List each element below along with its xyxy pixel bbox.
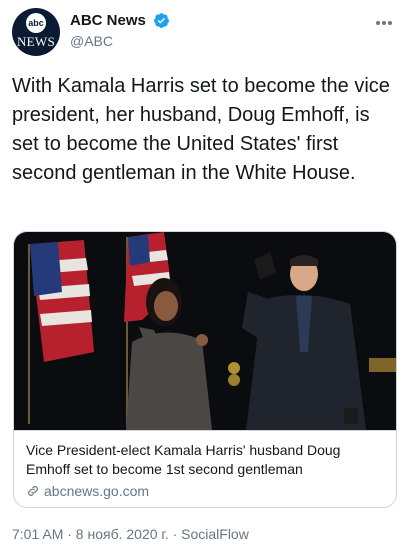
more-options-icon[interactable]	[376, 12, 396, 25]
tweet-timestamp[interactable]: 7:01 AM · 8 нояб. 2020 г. · SocialFlow	[12, 526, 249, 542]
card-meta: Vice President-elect Kamala Harris' husb…	[14, 430, 396, 507]
verified-badge-icon	[154, 13, 170, 29]
abc-logo-mark: abc	[26, 13, 46, 33]
author-avatar[interactable]: abc NEWS	[12, 8, 60, 56]
link-icon	[28, 486, 38, 496]
card-title[interactable]: Vice President-elect Kamala Harris' husb…	[26, 441, 384, 479]
author-display-name[interactable]: ABC News	[70, 12, 146, 29]
tweet-text: With Kamala Harris set to become the vic…	[12, 75, 390, 184]
card-domain-text: abcnews.go.com	[44, 483, 150, 499]
author-names: ABC News @ABC	[70, 12, 170, 49]
news-logo-word: NEWS	[16, 34, 56, 49]
card-domain[interactable]: abcnews.go.com	[26, 483, 384, 499]
link-card[interactable]: Vice President-elect Kamala Harris' husb…	[13, 231, 397, 508]
author-handle[interactable]: @ABC	[70, 33, 170, 49]
card-image	[14, 232, 396, 430]
tweet-header: abc NEWS ABC News @ABC	[12, 8, 398, 58]
